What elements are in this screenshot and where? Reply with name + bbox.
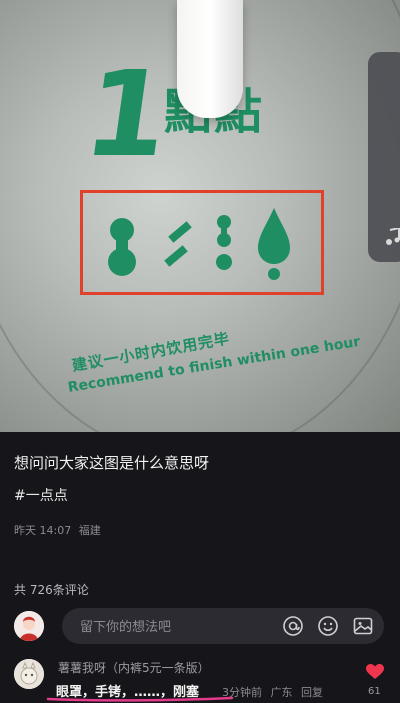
- symbol-dots-top: [217, 215, 231, 229]
- music-note-icon: [386, 228, 400, 245]
- symbol-dots-mid: [217, 233, 231, 247]
- heart-icon[interactable]: [366, 664, 384, 680]
- symbol-bottle-neck: [116, 236, 128, 250]
- avatar-figure: [14, 611, 44, 641]
- my-avatar[interactable]: [14, 611, 44, 641]
- symbol-dots-bottom: [216, 254, 232, 270]
- comment-input-bar[interactable]: [62, 608, 384, 646]
- at-icon[interactable]: [282, 615, 304, 637]
- emoji-icon[interactable]: [317, 615, 339, 637]
- symbol-dash-1: [168, 221, 192, 243]
- straw: [177, 0, 243, 118]
- symbol-bottle-bottom: [108, 248, 136, 276]
- comment-input[interactable]: [78, 608, 282, 646]
- symbol-drop: [258, 208, 290, 264]
- comment-meta: 3分钟前 广东 回复: [222, 684, 328, 700]
- post-time: 昨天 14:07: [14, 524, 72, 537]
- post-title: 想问问大家这图是什么意思呀: [14, 454, 210, 472]
- post-meta: 昨天 14:07 福建: [14, 522, 105, 538]
- image-icon[interactable]: [352, 615, 374, 637]
- comment-username[interactable]: 薯薯我呀（内裤5元一条版）: [58, 659, 210, 676]
- reply-button[interactable]: 回复: [301, 686, 323, 699]
- pink-underline: [46, 696, 234, 702]
- commenter-figure: [14, 659, 44, 689]
- post-hashtag[interactable]: #一点点: [14, 485, 68, 505]
- comment-location: 广东: [270, 686, 293, 699]
- symbol-dash-2: [164, 245, 188, 267]
- comment-count: 共 726条评论: [14, 583, 89, 597]
- commenter-avatar[interactable]: [14, 659, 44, 689]
- lid-symbols: [108, 208, 290, 280]
- brand-number: 1: [76, 45, 178, 183]
- symbol-drop-dot: [268, 268, 280, 280]
- like-count: 61: [368, 686, 381, 697]
- post-image[interactable]: 1 點點 建议一小时内饮用完毕 Recommend to finish with…: [0, 0, 400, 432]
- post-location: 福建: [78, 524, 101, 537]
